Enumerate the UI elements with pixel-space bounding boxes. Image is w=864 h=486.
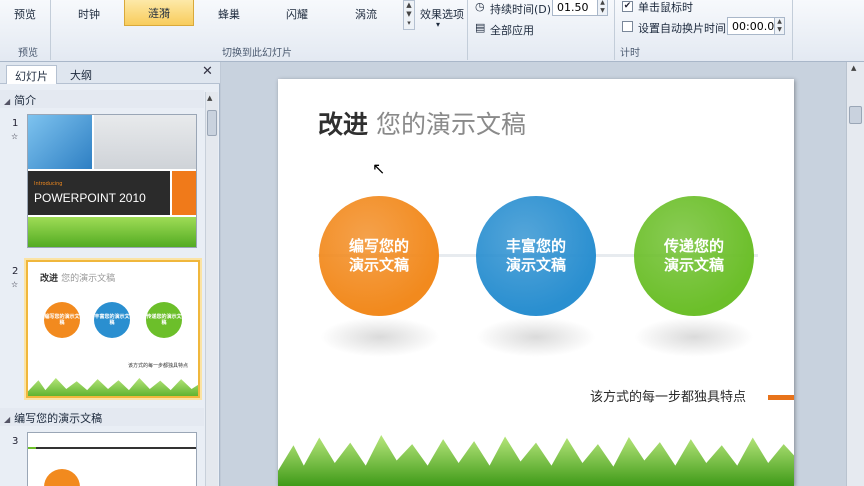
separator (614, 0, 615, 60)
clock-icon: ◷ (475, 0, 485, 13)
section-header[interactable]: ◢ 简介 (0, 90, 204, 108)
ribbon: 预览 预览 ▲ ▼ ▾ 效果选项 ▾ 切换到此幻灯片 ◷ 持续时间(D): 01.5… (0, 0, 864, 62)
editor-scrollbar[interactable]: ▲ (846, 62, 864, 486)
slide-number: 3 (12, 436, 19, 447)
thumb1-blue-block (28, 115, 92, 169)
close-icon[interactable]: ✕ (202, 64, 213, 79)
slide-number: 1 (12, 118, 19, 129)
preview-group-label: 预览 (18, 48, 38, 59)
slide-thumbnail-1[interactable]: Introducing POWERPOINT 2010 (27, 114, 197, 248)
separator (467, 0, 468, 60)
thumb2-circle-3: 传递您的演示文稿 (146, 302, 182, 338)
transition-option[interactable]: 涡流 (332, 0, 400, 26)
apply-all-icon: ▤ (475, 21, 486, 34)
tab-slides[interactable]: 幻灯片 (6, 65, 57, 84)
collapse-icon: ◢ (4, 97, 11, 106)
slide-caption[interactable]: 该方式的每一步都独具特点 (590, 386, 746, 405)
transition-option[interactable]: 时钟 (56, 0, 122, 26)
on-click-checkbox[interactable]: ✔ (622, 1, 633, 12)
slides-panel: 幻灯片 大纲 ✕ ◢ 简介 1 ☆ Introducing POWERPOINT … (0, 62, 220, 486)
auto-advance-stepper[interactable]: ▲ ▼ (775, 17, 785, 35)
thumb1-orange-block (172, 171, 196, 215)
mouse-cursor-icon: ↖ (372, 159, 386, 178)
panel-scrollbar[interactable]: ▲ (205, 92, 218, 486)
auto-advance-checkbox[interactable] (622, 21, 633, 32)
tab-outline[interactable]: 大纲 (62, 65, 100, 84)
slide-thumbnail-3[interactable] (27, 432, 197, 486)
thumb1-grass (28, 217, 196, 247)
current-slide[interactable]: 改进 您的演示文稿 编写您的 演示文稿 丰富您的 演示文稿 传递您的 演示文稿 … (278, 79, 794, 486)
collapse-icon: ◢ (4, 415, 11, 424)
duration-stepper[interactable]: ▲ ▼ (598, 0, 608, 16)
accent-bar (768, 395, 794, 400)
grass-decoration (278, 435, 794, 486)
step-circle-enrich[interactable]: 丰富您的 演示文稿 (476, 196, 596, 316)
step-circle-write[interactable]: 编写您的 演示文稿 (319, 196, 439, 316)
transition-option[interactable]: 蜂巢 (196, 0, 262, 26)
transition-icon: ☆ (11, 280, 19, 289)
slide-title[interactable]: 改进 您的演示文稿 (318, 105, 526, 141)
on-click-label: 单击鼠标时 (638, 1, 693, 14)
effect-options-button[interactable]: 效果选项 (420, 6, 464, 22)
thumb2-circle-2: 丰富您的演示文稿 (94, 302, 130, 338)
transition-option[interactable]: 闪耀 (264, 0, 330, 26)
panel-tabs: 幻灯片 大纲 ✕ (0, 62, 220, 84)
slide-number: 2 (12, 266, 19, 277)
duration-input[interactable]: 01.50 (552, 0, 598, 16)
thumb1-dark-band: Introducing POWERPOINT 2010 (28, 171, 170, 215)
apply-all-button[interactable]: 全部应用 (490, 22, 534, 38)
thumb3-circle (44, 469, 80, 486)
slide-editor: 改进 您的演示文稿 编写您的 演示文稿 丰富您的 演示文稿 传递您的 演示文稿 … (221, 62, 864, 486)
gallery-scroll[interactable]: ▲ ▼ ▾ (403, 0, 415, 30)
scroll-thumb[interactable] (849, 106, 862, 124)
thumb2-grass (28, 378, 198, 396)
transition-option[interactable]: 涟漪 (124, 0, 194, 26)
transition-icon: ☆ (11, 132, 19, 141)
preview-button[interactable]: 预览 (14, 6, 36, 22)
separator (792, 0, 793, 60)
section-header[interactable]: ◢ 编写您的演示文稿 (0, 408, 204, 426)
duration-label: 持续时间(D): (490, 3, 555, 16)
step-circle-deliver[interactable]: 传递您的 演示文稿 (634, 196, 754, 316)
scroll-thumb[interactable] (207, 110, 217, 136)
slide-thumbnail-2[interactable]: 改进 您的演示文稿 编写您的演示文稿 丰富您的演示文稿 传递您的演示文稿 该方式… (26, 260, 200, 398)
separator (50, 0, 51, 60)
thumb2-circle-1: 编写您的演示文稿 (44, 302, 80, 338)
thumb1-gray-block (94, 115, 196, 169)
timing-group-label: 计时 (620, 48, 640, 59)
chevron-down-icon: ▾ (436, 20, 441, 29)
auto-advance-input[interactable]: 00:00.00 (727, 17, 781, 35)
auto-advance-label: 设置自动换片时间: (638, 22, 730, 35)
transition-group-label: 切换到此幻灯片 (222, 48, 292, 59)
